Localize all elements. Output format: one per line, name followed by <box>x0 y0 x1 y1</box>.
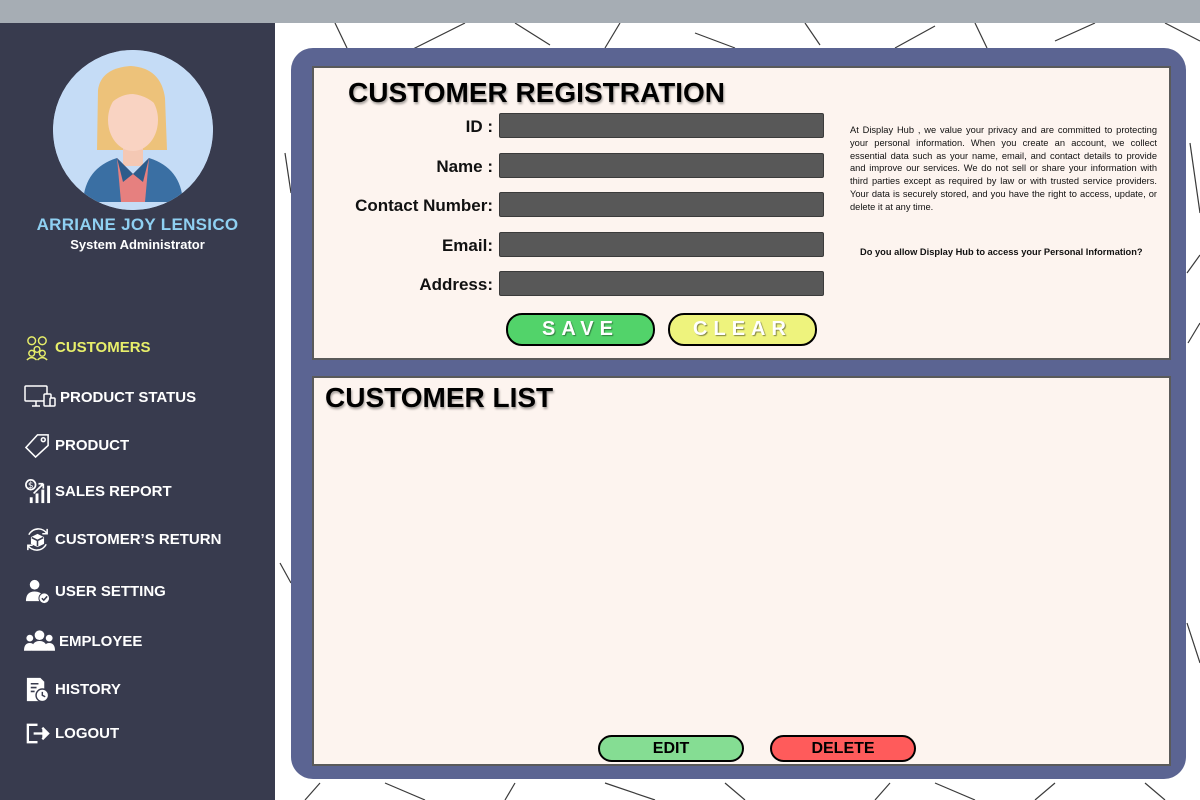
monitor-devices-icon <box>24 384 56 411</box>
nav-item-user-setting[interactable]: USER SETTING <box>24 576 166 606</box>
nav-label: USER SETTING <box>55 582 166 600</box>
contact-number-label: Contact Number: <box>355 196 493 215</box>
history-icon <box>24 676 51 703</box>
user-role: System Administrator <box>70 237 205 252</box>
delete-button[interactable]: DELETE <box>770 735 916 762</box>
avatar <box>53 50 213 210</box>
nav-item-product[interactable]: PRODUCT <box>24 430 129 460</box>
address-label: Address: <box>419 275 493 294</box>
nav-item-customers[interactable]: CUSTOMERS <box>24 332 151 362</box>
nav-item-sales-report[interactable]: $ SALES REPORT <box>24 476 172 506</box>
save-button[interactable]: SAVE <box>506 313 655 346</box>
tag-icon <box>24 432 51 459</box>
customer-list-title: CUSTOMER LIST <box>325 382 554 413</box>
sidebar: ARRIANE JOY LENSICO System Administrator… <box>0 23 275 800</box>
user-name: ARRIANE JOY LENSICO <box>36 215 239 234</box>
group-icon <box>24 628 55 655</box>
customer-list-card <box>312 376 1171 766</box>
email-field[interactable] <box>499 232 824 257</box>
privacy-notice: At Display Hub , we value your privacy a… <box>850 125 1157 212</box>
name-label: Name : <box>436 157 493 176</box>
id-label: ID : <box>465 117 493 136</box>
return-box-icon <box>24 526 51 553</box>
nav-label: PRODUCT <box>55 436 130 454</box>
name-field[interactable] <box>499 153 824 178</box>
contact-number-field[interactable] <box>499 192 824 217</box>
email-label: Email: <box>441 236 493 255</box>
sales-chart-icon: $ <box>24 478 51 505</box>
clear-button[interactable]: CLEAR <box>668 313 817 346</box>
svg-text:$: $ <box>28 481 34 491</box>
nav-item-logout[interactable]: LOGOUT <box>24 718 119 748</box>
nav-item-history[interactable]: HISTORY <box>24 674 121 704</box>
nav-label: EMPLOYEE <box>59 632 143 650</box>
nav-item-product-status[interactable]: PRODUCT STATUS <box>24 382 196 412</box>
top-bar <box>0 0 1200 23</box>
nav-label: CUSTOMERS <box>55 338 151 356</box>
customers-icon <box>24 334 51 361</box>
nav-label: CUSTOMER’S RETURN <box>55 530 222 548</box>
edit-button[interactable]: EDIT <box>598 735 744 762</box>
user-check-icon <box>24 578 51 605</box>
nav-label: SALES REPORT <box>55 482 172 500</box>
nav-item-employee[interactable]: EMPLOYEE <box>24 626 142 656</box>
nav-label: LOGOUT <box>55 724 120 742</box>
address-field[interactable] <box>499 271 824 296</box>
consent-question: Do you allow Display Hub to access your … <box>860 247 1143 257</box>
nav-label: HISTORY <box>55 680 121 698</box>
user-avatar-icon <box>53 50 213 210</box>
id-field[interactable] <box>499 113 824 138</box>
nav-item-customers-return[interactable]: CUSTOMER’S RETURN <box>24 524 221 554</box>
nav-label: PRODUCT STATUS <box>60 388 197 406</box>
logout-icon <box>24 720 51 747</box>
registration-title: CUSTOMER REGISTRATION <box>348 77 725 108</box>
